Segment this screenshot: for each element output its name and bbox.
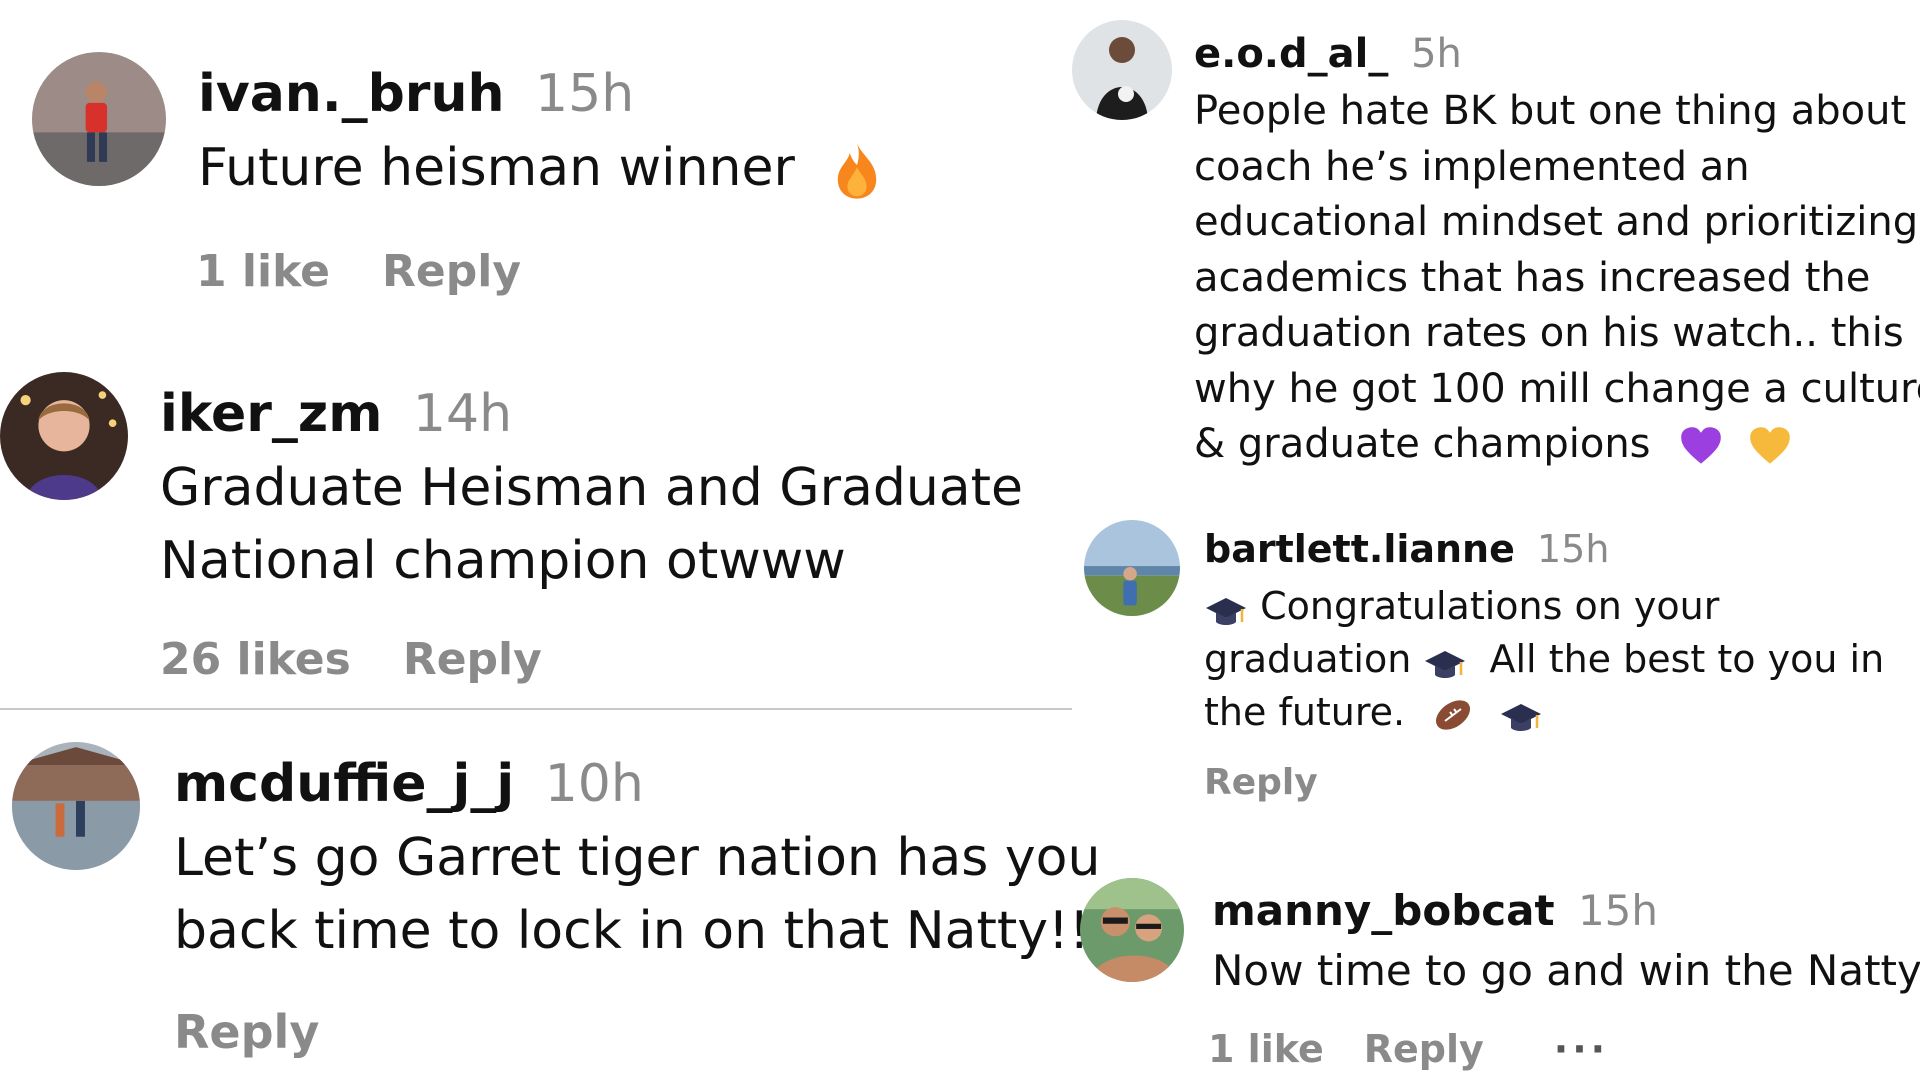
comment-text-line: back time to lock in on that Natty!! (174, 901, 1090, 961)
comment-text-line: Congratulations on your (1204, 580, 1884, 633)
comment-text: Now time to go and win the Natty! (1212, 946, 1920, 995)
like-count[interactable]: 1 like (196, 246, 330, 297)
avatar[interactable] (1080, 878, 1184, 982)
fire-emoji (833, 141, 881, 201)
comment-text-line: educational mindset and prioritizing (1194, 199, 1919, 245)
username[interactable]: ivan._bruh (198, 64, 505, 124)
divider (0, 708, 1072, 710)
reply-button[interactable]: Reply (382, 246, 521, 297)
graduation-cap-emoji (1423, 644, 1467, 680)
comment-text: Congratulations on your graduation All t… (1204, 580, 1884, 739)
comment-text-line: Let’s go Garret tiger nation has you (174, 828, 1101, 888)
reply-button[interactable]: Reply (403, 634, 542, 685)
like-count[interactable]: 26 likes (160, 634, 351, 685)
comment-text-line: National champion otwww (160, 531, 846, 591)
comment-text-line: graduation rates on his watch.. this is (1194, 310, 1920, 356)
comment-text-line: academics that has increased the (1194, 254, 1871, 301)
reply-button[interactable]: Reply (1364, 1027, 1484, 1071)
timestamp[interactable]: 10h (545, 754, 644, 814)
username[interactable]: iker_zm (160, 384, 382, 444)
timestamp[interactable]: 15h (1537, 527, 1609, 571)
comment-text-line: graduation All the best to you in (1204, 633, 1884, 686)
comment-text: People hate BK but one thing about coach… (1194, 84, 1920, 473)
comment-text-line: why he got 100 mill change a culture (1194, 365, 1920, 412)
timestamp[interactable]: 5h (1411, 31, 1462, 77)
graduation-cap-emoji (1204, 591, 1248, 627)
more-options-icon[interactable]: ··· (1554, 1027, 1609, 1071)
avatar[interactable] (12, 742, 140, 870)
comment-text-segment: Congratulations on your (1260, 584, 1720, 628)
yellow-heart-emoji (1748, 426, 1792, 466)
username[interactable]: mcduffie_j_j (174, 754, 514, 814)
comment-text-segment: & graduate champions (1194, 421, 1651, 467)
timestamp[interactable]: 14h (413, 384, 512, 444)
comment-text-segment: the future. (1204, 690, 1406, 734)
football-emoji (1431, 695, 1475, 735)
comment-text: Graduate Heisman and Graduate National c… (160, 452, 1023, 598)
avatar[interactable] (1072, 20, 1172, 120)
comments-screenshot: ivan._bruh 15h Future heisman winner 1 l… (0, 0, 1920, 1080)
timestamp[interactable]: 15h (535, 64, 634, 124)
comment-text: Future heisman winner (198, 138, 795, 198)
comment-text-line: the future. (1204, 686, 1884, 739)
comment-text-line: People hate BK but one thing about (1194, 88, 1907, 134)
comment-text-line: Graduate Heisman and Graduate (160, 458, 1024, 518)
timestamp[interactable]: 15h (1578, 886, 1658, 935)
graduation-cap-emoji (1499, 697, 1543, 733)
comment-text-line: & graduate champions (1194, 417, 1920, 473)
reply-button[interactable]: Reply (1204, 762, 1318, 803)
comment-text-line: coach he’s implemented an (1194, 143, 1750, 190)
avatar[interactable] (1084, 520, 1180, 616)
comment-text-segment: All the best to you in (1489, 637, 1885, 681)
username[interactable]: manny_bobcat (1212, 886, 1555, 935)
like-count[interactable]: 1 like (1208, 1027, 1324, 1071)
purple-heart-emoji (1679, 426, 1723, 466)
reply-button[interactable]: Reply (174, 1005, 319, 1059)
comment-text-segment: graduation (1204, 637, 1412, 681)
username[interactable]: e.o.d_al_ (1194, 31, 1388, 77)
comment-text: Let’s go Garret tiger nation has you bac… (174, 822, 1100, 968)
avatar[interactable] (32, 52, 166, 186)
avatar[interactable] (0, 372, 128, 500)
username[interactable]: bartlett.lianne (1204, 527, 1515, 571)
